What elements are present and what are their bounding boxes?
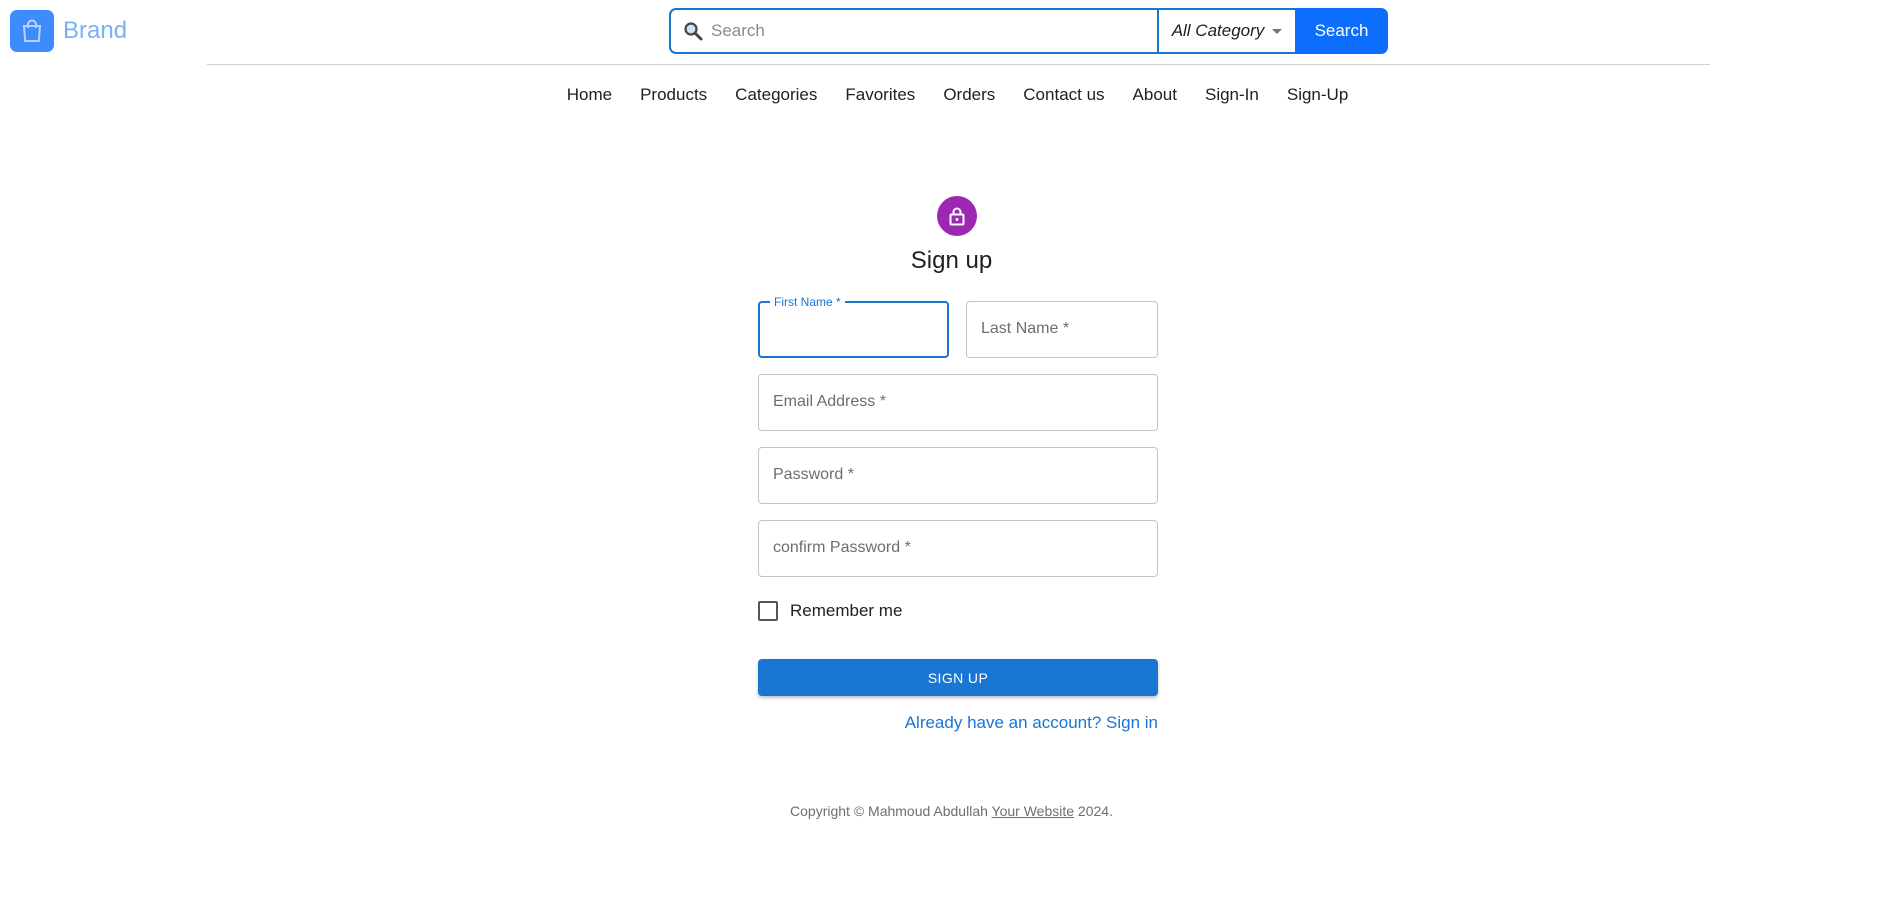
copyright-prefix: Copyright © Mahmoud Abdullah [790, 803, 992, 819]
category-select-value: All Category [1171, 21, 1265, 40]
category-select[interactable]: All Category [1157, 8, 1295, 54]
nav-about[interactable]: About [1119, 84, 1191, 106]
email-label: Email Address * [773, 393, 886, 410]
shopping-bag-icon [10, 10, 54, 52]
email-field[interactable]: Email Address * [758, 374, 1158, 431]
lock-avatar [937, 196, 977, 236]
nav-orders[interactable]: Orders [929, 84, 1009, 106]
nav-sign-in[interactable]: Sign-In [1191, 84, 1273, 106]
nav-home[interactable]: Home [553, 84, 626, 106]
brand[interactable]: Brand [10, 10, 127, 52]
last-name-field[interactable]: Last Name * [966, 301, 1158, 358]
remember-me-checkbox[interactable] [758, 601, 778, 621]
password-field[interactable]: Password * [758, 447, 1158, 504]
nav-sign-up[interactable]: Sign-Up [1273, 84, 1362, 106]
first-name-label: First Name * [770, 295, 845, 309]
nav-products[interactable]: Products [626, 84, 721, 106]
page-title: Sign up [910, 247, 993, 274]
confirm-password-label: confirm Password * [773, 539, 911, 556]
lock-icon [949, 207, 965, 226]
search-button[interactable]: Search [1295, 8, 1388, 54]
chevron-down-icon [1272, 28, 1283, 34]
nav-contact[interactable]: Contact us [1009, 84, 1118, 106]
first-name-field[interactable]: First Name * [758, 295, 949, 358]
search-bar: All Category Search [669, 8, 1388, 54]
main-nav: Home Products Categories Favorites Order… [0, 84, 1903, 106]
website-link[interactable]: Your Website [992, 803, 1075, 819]
last-name-label: Last Name * [981, 320, 1070, 337]
footer-copyright: Copyright © Mahmoud Abdullah Your Websit… [0, 803, 1903, 819]
nav-categories[interactable]: Categories [721, 84, 831, 106]
sign-up-button[interactable]: Sign Up [758, 659, 1158, 696]
sign-in-link[interactable]: Already have an account? Sign in [905, 713, 1158, 733]
copyright-suffix: 2024. [1074, 803, 1113, 819]
remember-me: Remember me [758, 601, 902, 621]
header-divider [207, 64, 1710, 65]
remember-me-label: Remember me [790, 601, 903, 620]
nav-favorites[interactable]: Favorites [831, 84, 929, 106]
search-field[interactable] [669, 8, 1157, 54]
brand-name: Brand [63, 17, 128, 44]
password-label: Password * [773, 466, 854, 483]
search-icon [683, 21, 703, 41]
search-input[interactable] [709, 20, 1133, 42]
confirm-password-field[interactable]: confirm Password * [758, 520, 1158, 577]
